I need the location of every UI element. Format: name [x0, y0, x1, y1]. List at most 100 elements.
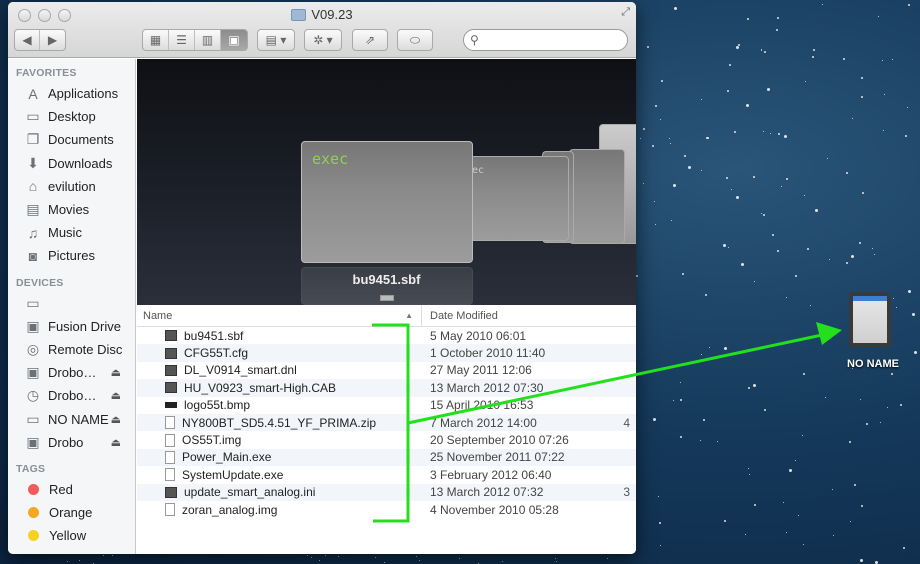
star [851, 117, 853, 119]
star [881, 60, 883, 62]
table-row[interactable]: SystemUpdate.exe 3 February 2012 06:40 [137, 466, 636, 483]
cover-flow-view-button[interactable]: ▣ [221, 30, 247, 50]
star [849, 441, 852, 444]
action-button[interactable]: ✲ ▾ [304, 29, 342, 51]
star [753, 384, 757, 388]
sidebar-item-evilution[interactable]: ⌂ evilution [8, 175, 135, 198]
table-row[interactable]: bu9451.sbf 5 May 2010 06:01 [137, 327, 636, 344]
table-row[interactable]: Power_Main.exe 25 November 2011 07:22 [137, 448, 636, 467]
star [416, 555, 418, 557]
sidebar-item-desktop[interactable]: ▭ Desktop [8, 105, 135, 128]
coverflow-card[interactable] [569, 149, 625, 244]
sd-card-volume-icon[interactable] [849, 292, 891, 347]
date-modified-cell: 13 March 2012 07:30 [430, 380, 544, 395]
share-button[interactable]: ⇗ [352, 29, 388, 51]
eject-icon[interactable]: ⏏ [111, 436, 121, 449]
forward-button[interactable]: ▶ [40, 30, 65, 50]
sidebar-tag-yellow[interactable]: Yellow [8, 524, 135, 547]
back-button[interactable]: ◀ [15, 30, 41, 50]
table-row[interactable]: zoran_analog.img 4 November 2010 05:28 [137, 501, 636, 518]
cover-flow-preview[interactable]: ec exec bu9451.sbf [137, 59, 636, 305]
star [803, 544, 805, 546]
star [746, 103, 750, 107]
sidebar-item-applications[interactable]: A Applications [8, 82, 135, 105]
star [636, 274, 639, 277]
column-view-button[interactable]: ▥ [195, 30, 221, 50]
sidebar-device-remote-disc[interactable]: ◎ Remote Disc [8, 338, 135, 361]
star [763, 214, 766, 217]
sidebar-item-music[interactable]: ♫ Music [8, 221, 135, 244]
sidebar-device-drobo-[interactable]: ▣ Drobo… ⏏ [8, 361, 135, 384]
coverflow-card[interactable]: ec [469, 156, 569, 241]
sidebar-item-documents[interactable]: ❐ Documents [8, 128, 135, 151]
window-title-text: V09.23 [311, 7, 353, 22]
star [383, 562, 385, 564]
date-modified-cell: 5 May 2010 06:01 [430, 328, 527, 343]
table-row[interactable]: CFG55T.cfg 1 October 2010 11:40 [137, 344, 636, 362]
sidebar-item-movies[interactable]: ▤ Movies [8, 198, 135, 221]
star [722, 243, 726, 247]
sidebar-item-pictures[interactable]: ◙ Pictures [8, 244, 135, 267]
annotation-arrowhead [816, 322, 842, 345]
search-icon: ⚲ [470, 33, 479, 47]
file-name: Power_Main.exe [182, 450, 272, 465]
star [810, 304, 812, 306]
star [642, 127, 645, 130]
table-row[interactable]: OS55T.img 20 September 2010 07:26 [137, 431, 636, 448]
sidebar-item-label: Drobo… [48, 388, 97, 404]
sidebar-item-label: Drobo… [48, 365, 97, 381]
date-column-header[interactable]: Date Modified [422, 310, 636, 322]
star [673, 7, 677, 11]
date-modified-cell: 4 November 2010 05:28 [430, 502, 559, 517]
eject-icon[interactable]: ⏏ [111, 413, 121, 426]
file-name-cell: HU_V0923_smart-High.CAB [137, 381, 422, 395]
sidebar-item-downloads[interactable]: ⬇ Downloads [8, 152, 135, 175]
sidebar-device-no-name[interactable]: ▭ NO NAME ⏏ [8, 407, 135, 430]
search-field[interactable]: ⚲ [463, 29, 636, 51]
file-name: bu9451.sbf [184, 328, 244, 343]
sidebar-device-drobo-[interactable]: ◷ Drobo… ⏏ [8, 384, 135, 407]
star [861, 505, 864, 508]
card-side-label: ec [472, 165, 485, 176]
table-row[interactable]: DL_V0914_smart.dnl 27 May 2011 12:06 [137, 362, 636, 379]
eject-icon[interactable]: ⏏ [111, 389, 121, 402]
sidebar-tag-red[interactable]: Red [8, 478, 135, 501]
coverflow-scroller[interactable] [380, 295, 394, 301]
sidebar-device-drobo[interactable]: ▣ Drobo ⏏ [8, 431, 135, 454]
fullscreen-icon[interactable]: ⤢ [621, 6, 630, 19]
sidebar-tag-orange[interactable]: Orange [8, 501, 135, 524]
star [724, 520, 727, 523]
star [802, 372, 805, 375]
star [862, 192, 865, 195]
view-switcher: ▦ ☰ ▥ ▣ [142, 29, 248, 51]
coverflow-selected-card[interactable]: exec [301, 141, 473, 263]
sidebar-device-computer[interactable]: ▭ [8, 292, 135, 315]
file-name: update_smart_analog.ini [184, 485, 316, 500]
table-row[interactable]: NY800BT_SD5.4.51_YF_PRIMA.zip 7 March 201… [137, 413, 636, 432]
star [828, 258, 830, 260]
title-bar: V09.23 ⤢ ◀ ▶ ▦ ☰ ▥ ▣ ▤ ▾ ✲ ▾ ⇗ ⬭ ⚲ [8, 2, 636, 58]
arrange-button[interactable]: ▤ ▾ [257, 29, 295, 51]
star [646, 46, 649, 49]
star [725, 177, 728, 180]
table-row[interactable]: update_smart_analog.ini 13 March 2012 07:… [137, 483, 636, 501]
star [785, 297, 787, 299]
star [811, 56, 814, 59]
file-name-cell: logo55t.bmp [137, 398, 422, 412]
desktop-volume-label[interactable]: NO NAME [838, 358, 908, 370]
eject-icon[interactable]: ⏏ [111, 366, 121, 379]
sidebar-device-fusion-drive[interactable]: ▣ Fusion Drive [8, 315, 135, 338]
table-row[interactable]: logo55t.bmp 15 April 2010 16:53 [137, 397, 636, 414]
table-row[interactable]: HU_V0923_smart-High.CAB 13 March 2012 07:… [137, 379, 636, 397]
edit-tags-button[interactable]: ⬭ [397, 29, 433, 51]
search-input[interactable] [482, 33, 636, 47]
star [913, 351, 917, 355]
star [654, 224, 656, 226]
star [501, 561, 503, 563]
name-column-header[interactable]: Name ▲ [137, 305, 422, 326]
downloads-icon: ⬇ [27, 154, 39, 171]
list-view-button[interactable]: ☰ [169, 30, 195, 50]
star [556, 561, 558, 563]
icon-view-button[interactable]: ▦ [143, 30, 169, 50]
star [683, 155, 686, 158]
